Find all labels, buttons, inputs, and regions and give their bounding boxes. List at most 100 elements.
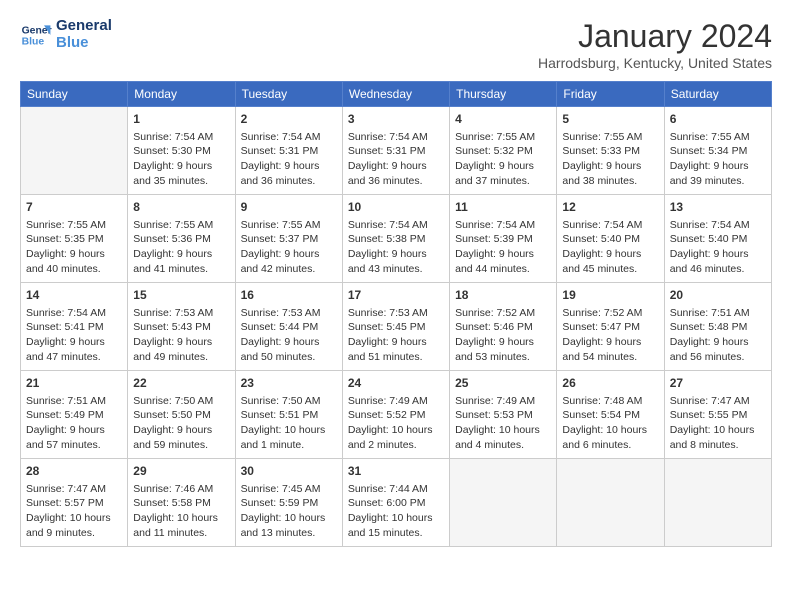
month-title: January 2024 [538,18,772,55]
day-number: 2 [241,111,337,128]
calendar-day-cell: 18 Sunrise: 7:52 AM Sunset: 5:46 PM Dayli… [450,283,557,371]
day-info: Sunrise: 7:54 AM Sunset: 5:31 PM Dayligh… [241,130,337,189]
day-number: 25 [455,375,551,392]
day-number: 1 [133,111,229,128]
calendar-day-cell [21,107,128,195]
calendar-day-header: Monday [128,82,235,107]
day-info: Sunrise: 7:54 AM Sunset: 5:39 PM Dayligh… [455,218,551,277]
day-number: 22 [133,375,229,392]
day-info: Sunrise: 7:55 AM Sunset: 5:35 PM Dayligh… [26,218,122,277]
day-number: 21 [26,375,122,392]
day-number: 4 [455,111,551,128]
day-info: Sunrise: 7:44 AM Sunset: 6:00 PM Dayligh… [348,482,444,541]
calendar-day-header: Friday [557,82,664,107]
day-info: Sunrise: 7:54 AM Sunset: 5:40 PM Dayligh… [670,218,766,277]
day-info: Sunrise: 7:55 AM Sunset: 5:37 PM Dayligh… [241,218,337,277]
calendar-day-cell: 22 Sunrise: 7:50 AM Sunset: 5:50 PM Dayli… [128,371,235,459]
day-number: 7 [26,199,122,216]
day-number: 18 [455,287,551,304]
calendar-day-cell: 31 Sunrise: 7:44 AM Sunset: 6:00 PM Dayli… [342,459,449,547]
calendar-day-header: Thursday [450,82,557,107]
day-number: 9 [241,199,337,216]
calendar-day-cell [664,459,771,547]
day-info: Sunrise: 7:50 AM Sunset: 5:51 PM Dayligh… [241,394,337,453]
calendar-day-cell: 21 Sunrise: 7:51 AM Sunset: 5:49 PM Dayli… [21,371,128,459]
day-number: 20 [670,287,766,304]
day-info: Sunrise: 7:48 AM Sunset: 5:54 PM Dayligh… [562,394,658,453]
day-number: 29 [133,463,229,480]
day-number: 31 [348,463,444,480]
calendar-day-cell: 12 Sunrise: 7:54 AM Sunset: 5:40 PM Dayli… [557,195,664,283]
calendar-week-row: 21 Sunrise: 7:51 AM Sunset: 5:49 PM Dayli… [21,371,772,459]
day-number: 16 [241,287,337,304]
svg-text:Blue: Blue [22,36,45,47]
day-info: Sunrise: 7:54 AM Sunset: 5:40 PM Dayligh… [562,218,658,277]
calendar-day-cell: 29 Sunrise: 7:46 AM Sunset: 5:58 PM Dayli… [128,459,235,547]
day-number: 27 [670,375,766,392]
calendar-day-cell [450,459,557,547]
calendar-day-cell: 7 Sunrise: 7:55 AM Sunset: 5:35 PM Daylig… [21,195,128,283]
calendar-week-row: 28 Sunrise: 7:47 AM Sunset: 5:57 PM Dayli… [21,459,772,547]
day-number: 14 [26,287,122,304]
calendar-day-cell: 8Sunrise: 7:55 AM Sunset: 5:36 PM Daylig… [128,195,235,283]
calendar-day-cell: 23 Sunrise: 7:50 AM Sunset: 5:51 PM Dayli… [235,371,342,459]
calendar-day-cell: 24Sunrise: 7:49 AM Sunset: 5:52 PM Dayli… [342,371,449,459]
day-info: Sunrise: 7:50 AM Sunset: 5:50 PM Dayligh… [133,394,229,453]
day-info: Sunrise: 7:55 AM Sunset: 5:36 PM Dayligh… [133,218,229,277]
calendar-day-cell: 15Sunrise: 7:53 AM Sunset: 5:43 PM Dayli… [128,283,235,371]
day-info: Sunrise: 7:49 AM Sunset: 5:52 PM Dayligh… [348,394,444,453]
calendar-header-row: SundayMondayTuesdayWednesdayThursdayFrid… [21,82,772,107]
day-info: Sunrise: 7:51 AM Sunset: 5:48 PM Dayligh… [670,306,766,365]
day-number: 26 [562,375,658,392]
calendar-day-cell: 26 Sunrise: 7:48 AM Sunset: 5:54 PM Dayli… [557,371,664,459]
calendar-day-cell: 20 Sunrise: 7:51 AM Sunset: 5:48 PM Dayli… [664,283,771,371]
day-number: 23 [241,375,337,392]
page: General Blue General Blue January 2024 H… [0,0,792,612]
day-info: Sunrise: 7:54 AM Sunset: 5:38 PM Dayligh… [348,218,444,277]
calendar-day-cell: 3 Sunrise: 7:54 AM Sunset: 5:31 PM Daylig… [342,107,449,195]
calendar-day-header: Saturday [664,82,771,107]
day-info: Sunrise: 7:54 AM Sunset: 5:30 PM Dayligh… [133,130,229,189]
day-info: Sunrise: 7:52 AM Sunset: 5:46 PM Dayligh… [455,306,551,365]
calendar-day-cell: 17Sunrise: 7:53 AM Sunset: 5:45 PM Dayli… [342,283,449,371]
day-info: Sunrise: 7:55 AM Sunset: 5:34 PM Dayligh… [670,130,766,189]
day-number: 5 [562,111,658,128]
calendar-day-header: Tuesday [235,82,342,107]
calendar-day-cell: 11Sunrise: 7:54 AM Sunset: 5:39 PM Dayli… [450,195,557,283]
day-number: 10 [348,199,444,216]
calendar-day-cell: 13Sunrise: 7:54 AM Sunset: 5:40 PM Dayli… [664,195,771,283]
calendar-day-cell: 19 Sunrise: 7:52 AM Sunset: 5:47 PM Dayli… [557,283,664,371]
logo-blue: Blue [56,35,112,52]
calendar-week-row: 1 Sunrise: 7:54 AM Sunset: 5:30 PM Daylig… [21,107,772,195]
day-info: Sunrise: 7:46 AM Sunset: 5:58 PM Dayligh… [133,482,229,541]
day-number: 30 [241,463,337,480]
calendar-body: 1 Sunrise: 7:54 AM Sunset: 5:30 PM Daylig… [21,107,772,547]
day-info: Sunrise: 7:52 AM Sunset: 5:47 PM Dayligh… [562,306,658,365]
day-info: Sunrise: 7:47 AM Sunset: 5:57 PM Dayligh… [26,482,122,541]
calendar-day-cell: 30Sunrise: 7:45 AM Sunset: 5:59 PM Dayli… [235,459,342,547]
calendar-day-header: Wednesday [342,82,449,107]
day-number: 28 [26,463,122,480]
day-info: Sunrise: 7:54 AM Sunset: 5:41 PM Dayligh… [26,306,122,365]
day-info: Sunrise: 7:49 AM Sunset: 5:53 PM Dayligh… [455,394,551,453]
day-number: 3 [348,111,444,128]
calendar-week-row: 7 Sunrise: 7:55 AM Sunset: 5:35 PM Daylig… [21,195,772,283]
day-info: Sunrise: 7:54 AM Sunset: 5:31 PM Dayligh… [348,130,444,189]
calendar-day-cell: 1 Sunrise: 7:54 AM Sunset: 5:30 PM Daylig… [128,107,235,195]
location: Harrodsburg, Kentucky, United States [538,55,772,71]
calendar-day-cell [557,459,664,547]
day-number: 15 [133,287,229,304]
day-number: 19 [562,287,658,304]
day-info: Sunrise: 7:47 AM Sunset: 5:55 PM Dayligh… [670,394,766,453]
calendar-day-header: Sunday [21,82,128,107]
header: General Blue General Blue January 2024 H… [20,18,772,71]
day-info: Sunrise: 7:55 AM Sunset: 5:32 PM Dayligh… [455,130,551,189]
day-info: Sunrise: 7:51 AM Sunset: 5:49 PM Dayligh… [26,394,122,453]
calendar-day-cell: 2 Sunrise: 7:54 AM Sunset: 5:31 PM Daylig… [235,107,342,195]
logo-icon: General Blue [20,19,52,51]
day-number: 12 [562,199,658,216]
calendar-day-cell: 10 Sunrise: 7:54 AM Sunset: 5:38 PM Dayli… [342,195,449,283]
day-info: Sunrise: 7:53 AM Sunset: 5:44 PM Dayligh… [241,306,337,365]
calendar-header: SundayMondayTuesdayWednesdayThursdayFrid… [21,82,772,107]
calendar-week-row: 14 Sunrise: 7:54 AM Sunset: 5:41 PM Dayli… [21,283,772,371]
